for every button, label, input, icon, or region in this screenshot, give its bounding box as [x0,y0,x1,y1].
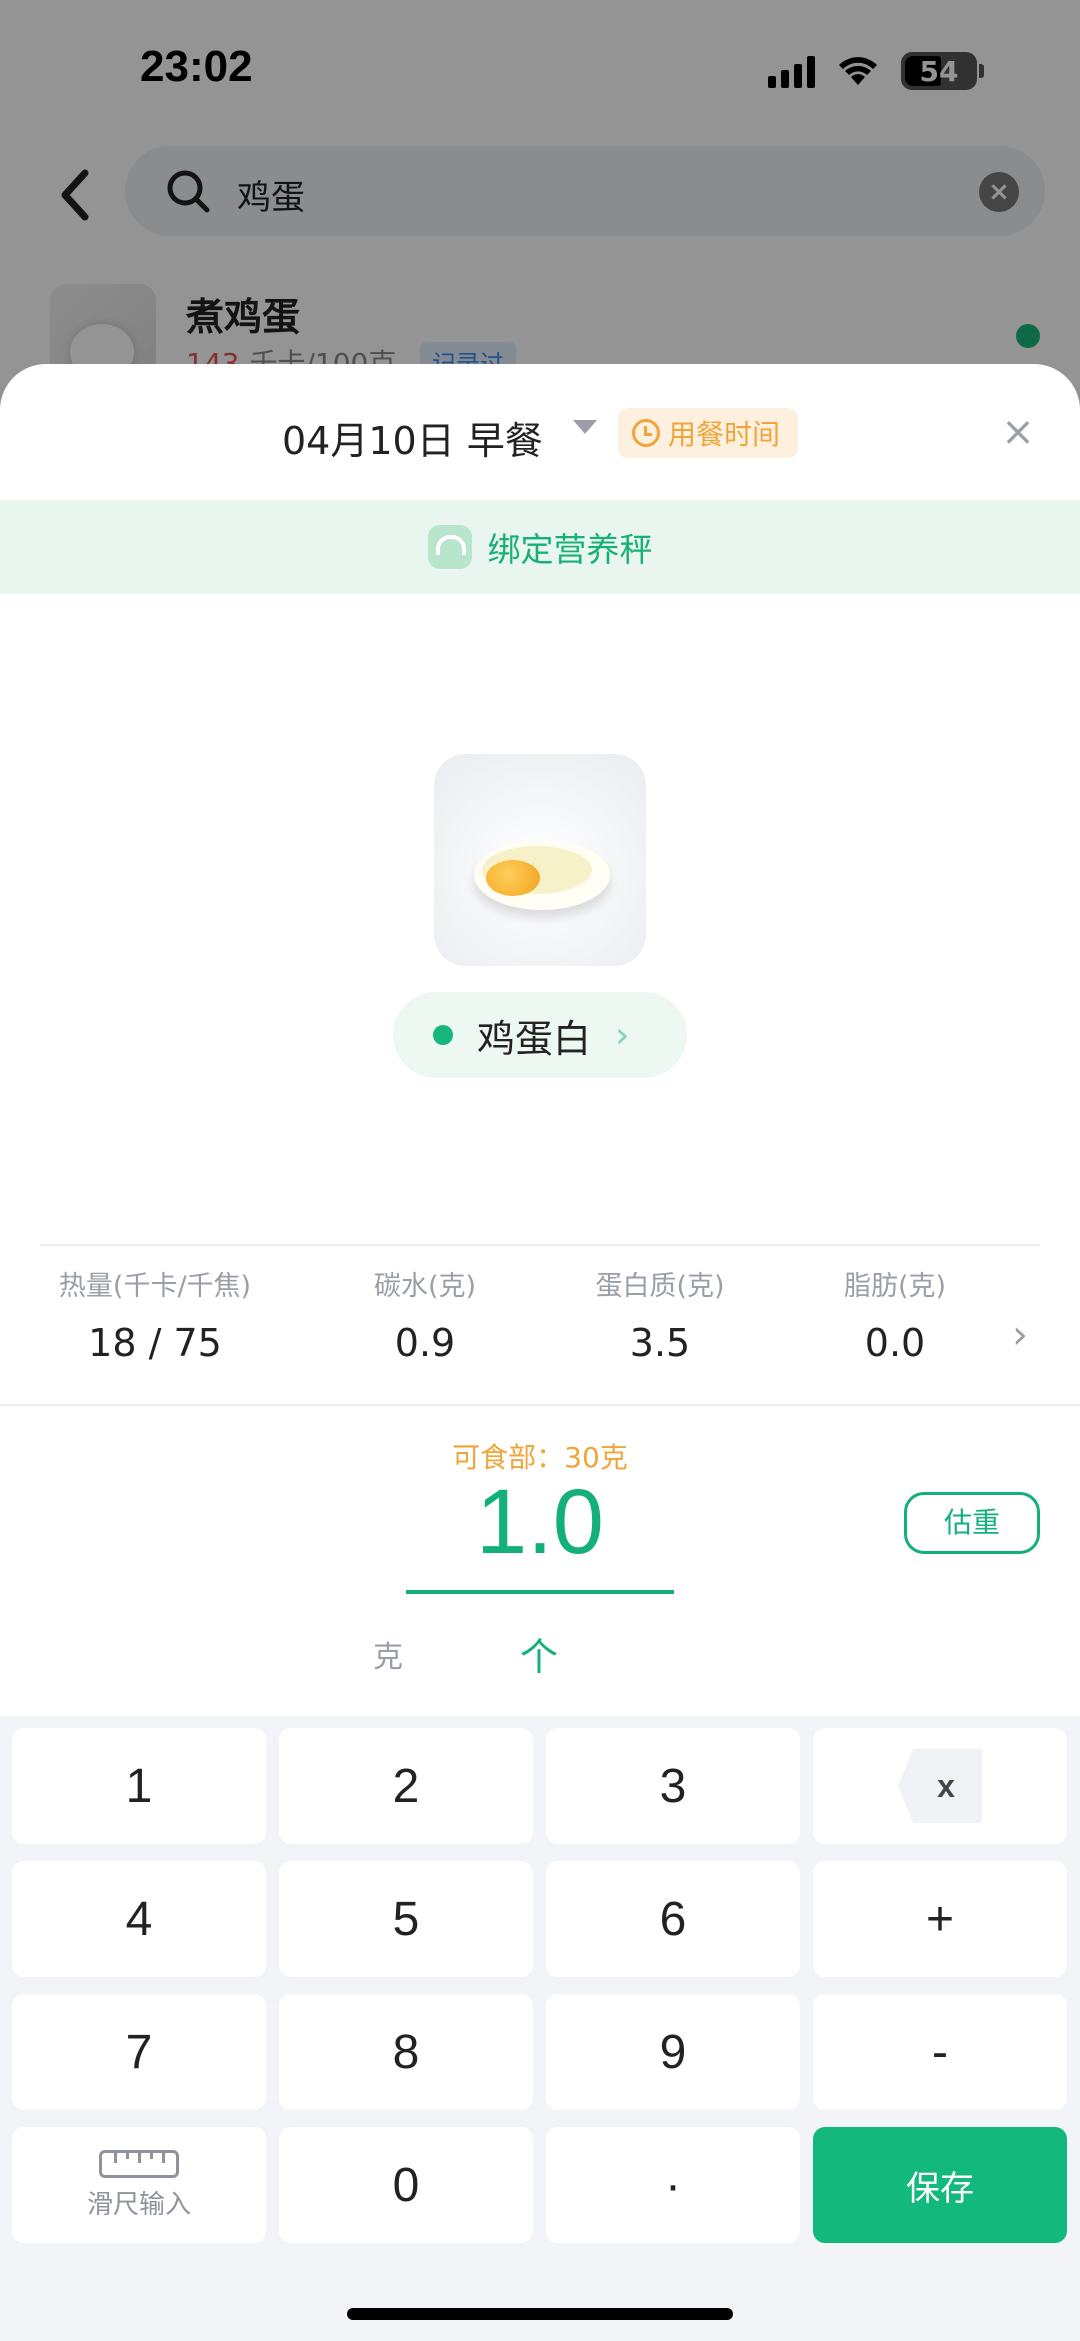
key-7[interactable]: 7 [12,1994,266,2110]
ruler-icon [99,2149,179,2178]
food-name: 鸡蛋白 [477,1016,592,1061]
unit-tab-piece[interactable]: 个 [520,1626,558,1681]
scale-icon [427,525,472,569]
sheet-header: 04月10日 早餐 用餐时间 × [0,364,1080,500]
home-indicator[interactable] [347,2308,733,2320]
nutrition-label: 热量(千卡/千焦) [58,1271,252,1302]
backspace-icon: x [898,1749,982,1823]
estimate-weight-button[interactable]: 估重 [904,1492,1040,1554]
ruler-input-label: 滑尺输入 [86,2189,191,2220]
divider [0,1404,1080,1406]
nutrition-summary[interactable]: 热量(千卡/千焦) 18 / 75 碳水(克) 0.9 蛋白质(克) 3.5 脂… [0,1264,1080,1384]
unit-tab-gram[interactable]: 克 [373,1632,403,1676]
food-status-dot [433,1025,453,1045]
key-5[interactable]: 5 [279,1861,533,1977]
divider [40,1244,1040,1246]
nutrition-value: 0.9 [394,1321,456,1365]
nutrition-carbs: 碳水(克) 0.9 [340,1264,510,1365]
nutrition-value: 3.5 [629,1321,691,1365]
ruler-input-key[interactable]: 滑尺输入 [12,2127,266,2243]
close-icon[interactable]: × [998,412,1038,452]
minus-key[interactable]: - [813,1994,1067,2110]
caret-down-icon[interactable] [573,420,597,434]
key-2[interactable]: 2 [279,1728,533,1844]
backspace-key[interactable]: x [813,1728,1067,1844]
meal-time-label: 用餐时间 [668,418,781,451]
food-image [434,754,646,966]
nutrition-fat: 脂肪(克) 0.0 [815,1264,975,1365]
meal-time-button[interactable]: 用餐时间 [618,408,799,458]
nutrition-label: 蛋白质(克) [595,1271,725,1302]
food-entry-sheet: 04月10日 早餐 用餐时间 × 绑定营养秤 鸡蛋白 › 热量(千卡/千焦) 1… [0,364,1080,2341]
key-9[interactable]: 9 [546,1994,800,2110]
numeric-keypad: 1 2 3 x 4 5 6 + 7 8 9 - 滑尺输入 0 · 保存 [0,1716,1080,2341]
nutrition-value: 18 / 75 [88,1321,222,1365]
food-name-button[interactable]: 鸡蛋白 › [393,992,687,1078]
key-8[interactable]: 8 [279,1994,533,2110]
save-button[interactable]: 保存 [813,2127,1067,2243]
chevron-right-icon[interactable]: › [1012,1312,1028,1358]
amount-underline [406,1590,674,1594]
meal-selector[interactable]: 04月10日 早餐 [282,410,543,465]
key-6[interactable]: 6 [546,1861,800,1977]
key-3[interactable]: 3 [546,1728,800,1844]
nutrition-calories: 热量(千卡/千焦) 18 / 75 [40,1264,270,1365]
bind-scale-banner[interactable]: 绑定营养秤 [0,500,1080,594]
chevron-right-icon: › [615,1014,630,1056]
key-4[interactable]: 4 [12,1861,266,1977]
decimal-key[interactable]: · [546,2127,800,2243]
clock-icon [632,419,660,447]
nutrition-label: 碳水(克) [373,1271,477,1302]
nutrition-value: 0.0 [864,1321,926,1365]
amount-input[interactable]: 1.0 [406,1470,674,1575]
bind-scale-label: 绑定营养秤 [487,530,653,569]
nutrition-protein: 蛋白质(克) 3.5 [565,1264,755,1365]
nutrition-label: 脂肪(克) [843,1271,947,1302]
key-0[interactable]: 0 [279,2127,533,2243]
key-1[interactable]: 1 [12,1728,266,1844]
plus-key[interactable]: + [813,1861,1067,1977]
